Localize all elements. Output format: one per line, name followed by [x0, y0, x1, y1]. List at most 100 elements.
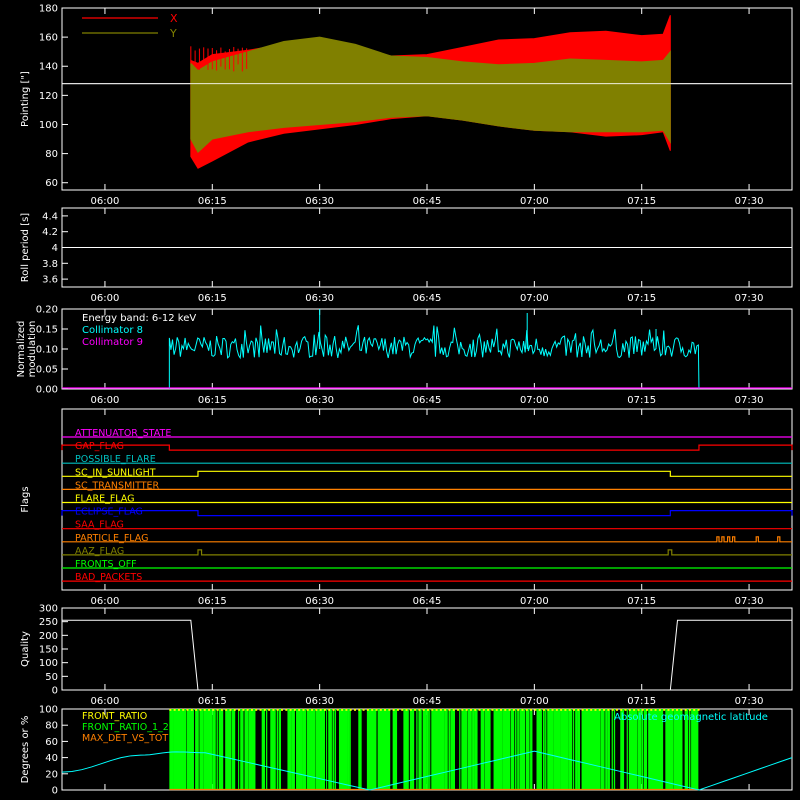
- front-ratio-point: [315, 708, 318, 711]
- front-ratio-point: [375, 708, 378, 711]
- front-ratio-point: [577, 708, 580, 711]
- modulation-y-label: Normalized: [16, 321, 27, 378]
- front-ratio-point: [650, 708, 653, 711]
- front-ratio-point: [311, 708, 314, 711]
- front-ratio-1-2-bar: [545, 709, 547, 790]
- flag-label-sc-transmitter: SC_TRANSMITTER: [75, 480, 160, 491]
- front-ratio-point: [478, 708, 481, 711]
- front-ratio-1-2-bar: [521, 709, 526, 790]
- roll-period-x-tick-label: 06:45: [413, 293, 442, 304]
- front-ratio-1-2-bar: [225, 709, 228, 790]
- roll-period-x-tick-label: 06:30: [305, 293, 334, 304]
- ratios-y-tick-label: 20: [45, 769, 58, 780]
- front-ratio-point: [487, 708, 490, 711]
- roll-period-y-tick-label: 4: [52, 243, 58, 254]
- flag-label-aaz-flag: AAZ_FLAG: [75, 546, 124, 557]
- front-ratio-1-2-bar: [577, 709, 581, 790]
- geomagnetic-latitude-label: Absolute geomagnetic latitude: [614, 712, 768, 723]
- front-ratio-1-2-bar: [300, 709, 302, 790]
- front-ratio-1-2-bar: [330, 709, 332, 790]
- front-ratio-1-2-bar: [407, 709, 409, 790]
- ratios-y-tick-label: 60: [45, 737, 58, 748]
- front-ratio-1-2-bar: [278, 709, 281, 790]
- front-ratio-point: [173, 708, 176, 711]
- modulation-y-tick-label: 0.15: [36, 325, 58, 336]
- front-ratio-point: [465, 708, 468, 711]
- front-ratio-1-2-bar: [334, 709, 337, 790]
- front-ratio-1-2-bar: [467, 709, 472, 790]
- front-ratio-point: [534, 708, 537, 711]
- front-ratio-point: [508, 708, 511, 711]
- front-ratio-point: [272, 708, 275, 711]
- front-ratio-point: [199, 708, 202, 711]
- front-ratio-1-2-bar: [319, 709, 323, 790]
- front-ratio-point: [246, 708, 249, 711]
- flag-line-aaz-flag: [62, 549, 792, 556]
- front-ratio-1-2-bar: [227, 709, 232, 790]
- front-ratio-point: [250, 708, 253, 711]
- pointing-y-tick-label: 60: [45, 178, 58, 189]
- front-ratio-point: [409, 708, 412, 711]
- front-ratio-point: [345, 708, 348, 711]
- modulation-panel: 06:00 06:15 06:30 06:45 07:00 07:15 07:30 Norma…: [16, 305, 793, 406]
- front-ratio-1-2-bar: [197, 709, 199, 790]
- front-ratio-point: [555, 708, 558, 711]
- front-ratio-1-2-bar: [411, 709, 415, 790]
- front-ratio-1-2-bar: [611, 709, 613, 790]
- ratios-y-tick-label: 100: [39, 705, 58, 716]
- roll-period-y-label: Roll period [s]: [20, 213, 31, 282]
- front-ratio-point: [379, 708, 382, 711]
- front-ratio-point: [336, 708, 339, 711]
- modulation-x-tick-label: 06:45: [413, 395, 442, 406]
- chart-figure: 06:00 06:15 06:30 06:45 07:00 07:15 07:30 Point…: [0, 0, 800, 800]
- front-ratio-point: [603, 708, 606, 711]
- front-ratio-1-2-bar: [568, 709, 573, 790]
- front-ratio-point: [298, 708, 301, 711]
- front-ratio-1-2-bar: [321, 709, 325, 790]
- front-ratio-point: [255, 708, 258, 711]
- front-ratio-point: [517, 708, 520, 711]
- front-ratio-point: [637, 708, 640, 711]
- pointing-y-tick-label: 180: [39, 4, 58, 15]
- front-ratio-1-2-bar: [171, 709, 174, 790]
- front-ratio-point: [542, 708, 545, 711]
- front-ratio-point: [581, 708, 584, 711]
- front-ratio-point: [521, 708, 524, 711]
- quality-y-tick-label: 250: [39, 617, 58, 628]
- front-ratio-1-2-bar: [190, 709, 194, 790]
- modulation-x-tick-label: 07:30: [735, 395, 764, 406]
- pointing-y-tick-label: 160: [39, 33, 58, 44]
- front-ratio-1-2-bar: [500, 709, 503, 790]
- front-ratio-point: [323, 708, 326, 711]
- front-ratio-point: [620, 708, 623, 711]
- front-ratio-point: [448, 708, 451, 711]
- front-ratio-point: [392, 708, 395, 711]
- quality-y-tick-label: 300: [39, 604, 58, 615]
- front-ratio-1-2-bar: [392, 709, 398, 790]
- front-ratio-point: [585, 708, 588, 711]
- front-ratio-point: [289, 708, 292, 711]
- front-ratio-point: [229, 708, 232, 711]
- chart-canvas: 06:00 06:15 06:30 06:45 07:00 07:15 07:30 Point…: [16, 4, 793, 797]
- pointing-y-tick-label: 120: [39, 91, 58, 102]
- front-ratio-1-2-bar: [540, 709, 542, 790]
- front-ratio-point: [263, 708, 266, 711]
- pointing-x-tick-label: 07:15: [627, 196, 656, 207]
- energy-band-annotation: Energy band: 6-12 keV: [82, 313, 196, 324]
- flag-line-sc-in-sunlight: [62, 470, 792, 477]
- quality-y-tick-label: 200: [39, 631, 58, 642]
- flag-label-attenuator-state: ATTENUATOR_STATE: [75, 428, 171, 439]
- legend-label-front-ratio-1-2: FRONT_RATIO_1_2: [82, 722, 169, 733]
- front-ratio-point: [396, 708, 399, 711]
- front-ratio-point: [349, 708, 352, 711]
- roll-period-x-tick-label: 07:30: [735, 293, 764, 304]
- front-ratio-point: [216, 708, 219, 711]
- front-ratio-1-2-bar: [347, 709, 350, 790]
- front-ratio-point: [285, 708, 288, 711]
- pointing-x-tick-label: 06:00: [91, 196, 120, 207]
- front-ratio-1-2-bar: [345, 709, 348, 790]
- modulation-y-tick-label: 0.10: [36, 345, 58, 356]
- front-ratio-point: [444, 708, 447, 711]
- front-ratio-1-2-bar: [600, 709, 604, 790]
- front-ratio-1-2-bar: [476, 709, 478, 790]
